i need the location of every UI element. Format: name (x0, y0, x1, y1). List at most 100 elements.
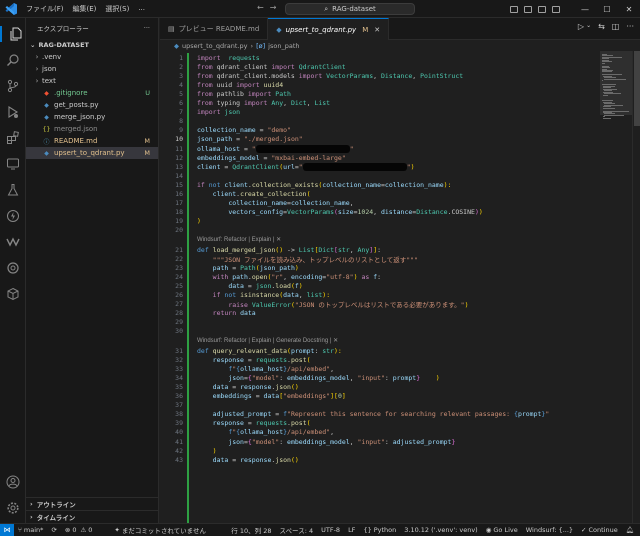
code-line[interactable]: 16 client.create_collection( (160, 190, 600, 199)
cube-extension-icon[interactable] (5, 286, 21, 302)
customize-layout-icon[interactable] (552, 5, 560, 13)
timeline-section[interactable]: › タイムライン (26, 510, 159, 523)
codelens-actions[interactable]: Windsurf: Refactor | Explain | ✕ (197, 236, 281, 245)
language-mode[interactable]: {} Python (359, 526, 400, 534)
menu-edit[interactable]: 編集(E) (73, 4, 97, 14)
file-tree-item[interactable]: › .venv (26, 51, 158, 63)
extensions-icon[interactable] (5, 130, 21, 146)
code-line[interactable]: 35 data = response.json() (160, 382, 600, 391)
code-line[interactable]: 29 (160, 318, 600, 327)
workspace-root-folder[interactable]: ⌄ RAG-DATASET (26, 38, 158, 51)
code-line[interactable]: 31 def query_relevant_data(prompt: str): (160, 346, 600, 355)
code-line[interactable]: 7 import json (160, 108, 600, 117)
account-icon[interactable] (5, 474, 21, 490)
tab-readme-preview[interactable]: ▤ プレビュー README.md (160, 18, 269, 40)
code-line[interactable]: 1 import requests (160, 53, 600, 62)
file-tree-item[interactable]: ◆ .gitignore U (26, 87, 158, 99)
code-line[interactable]: 3 from qdrant_client.models import Vector… (160, 71, 600, 80)
windsurf-status[interactable]: Windsurf: {...} (522, 526, 577, 534)
code-line[interactable]: 14 (160, 171, 600, 180)
code-line[interactable]: 39 response = requests.post( (160, 419, 600, 428)
more-actions-icon[interactable]: ··· (144, 24, 150, 32)
file-tree-item[interactable]: ◆ merge_json.py (26, 111, 158, 123)
nav-back-icon[interactable]: ← (257, 3, 264, 12)
code-line[interactable]: 19) (160, 217, 600, 226)
code-line[interactable]: 22 """JSON ファイルを読み込み、トップレベルのリストとして返す""" (160, 254, 600, 264)
code-line[interactable]: 12 embeddings_model = "mxbai-embed-large" (160, 153, 600, 162)
minimap[interactable] (600, 51, 632, 523)
code-line[interactable]: 33 f"{ollama_host}/api/embed", (160, 364, 600, 373)
code-line[interactable]: 24 with path.open("r", encoding="utf-8")… (160, 272, 600, 281)
code-line[interactable]: 28 return data (160, 309, 600, 318)
code-line[interactable]: 38 adjusted_prompt = f"Represent this se… (160, 410, 600, 419)
outline-section[interactable]: › アウトライン (26, 497, 159, 510)
settings-gear-icon[interactable] (5, 500, 21, 516)
end-of-line[interactable]: LF (344, 526, 359, 534)
menu-more[interactable]: ... (138, 4, 145, 14)
testing-flask-icon[interactable] (5, 182, 21, 198)
python-interpreter[interactable]: 3.10.12 ('.venv': venv) (400, 526, 481, 534)
file-tree-item[interactable]: › json (26, 63, 158, 75)
code-line[interactable]: 5 from pathlib import Path (160, 89, 600, 98)
menu-file[interactable]: ファイル(F) (26, 4, 64, 14)
sync-status[interactable]: ⟳ (47, 526, 60, 534)
minimize-button[interactable]: — (574, 5, 596, 14)
code-editor[interactable]: 1 import requests 2 from qdrant_client impo… (160, 51, 600, 523)
breadcrumb-symbol[interactable]: json_path (268, 42, 299, 50)
code-line[interactable]: 4 from uuid import uuid4 (160, 80, 600, 89)
remote-indicator-icon[interactable]: ⋈ (0, 524, 14, 536)
code-line[interactable]: 41 json={"model": embeddings_model, "inp… (160, 437, 600, 446)
encoding[interactable]: UTF-8 (317, 526, 344, 534)
run-python-icon[interactable]: ▷ (578, 22, 584, 31)
continue-icon[interactable] (5, 260, 21, 276)
code-line[interactable]: 8 (160, 117, 600, 126)
maximize-button[interactable]: ☐ (596, 5, 618, 14)
branch-status[interactable]: ⑂ main* (14, 526, 47, 534)
continue-status[interactable]: ✓ Continue (577, 526, 622, 534)
code-line[interactable]: 23 path = Path(json_path) (160, 263, 600, 272)
code-line[interactable]: 27 raise ValueError("JSON のトップレベルはリストである… (160, 300, 600, 309)
code-line[interactable]: 17 collection_name=collection_name, (160, 199, 600, 208)
indentation[interactable]: スペース: 4 (275, 525, 317, 535)
command-center-search[interactable]: ⌕ RAG-dataset (285, 3, 415, 15)
windsurf-icon[interactable] (5, 234, 21, 250)
code-line[interactable]: 40 f"{ollama_host}/api/embed", (160, 428, 600, 437)
code-line[interactable]: 6 from typing import Any, Dict, List (160, 99, 600, 108)
file-tree-item[interactable]: › text (26, 75, 158, 87)
code-line[interactable]: 9 collection_name = "demo" (160, 126, 600, 135)
close-button[interactable]: ✕ (618, 5, 640, 14)
run-options-chevron-icon[interactable]: ⌄ (586, 22, 591, 31)
nav-forward-icon[interactable]: → (270, 3, 277, 12)
breadcrumb-file[interactable]: upsert_to_qdrant.py (182, 42, 248, 50)
toggle-panel-icon[interactable] (524, 5, 532, 13)
code-line[interactable]: 34 json={"model": embeddings_model, "inp… (160, 373, 600, 382)
problems-status[interactable]: ⊗ 0 ⚠ 0 (61, 526, 97, 534)
close-tab-icon[interactable]: ✕ (374, 26, 380, 34)
notifications-bell-icon[interactable]: 🔔︎ (622, 526, 640, 534)
code-line[interactable]: 18 vectors_config=VectorParams(size=1024… (160, 208, 600, 217)
remote-explorer-icon[interactable] (5, 156, 21, 172)
scrollbar-thumb[interactable] (634, 51, 640, 126)
open-changes-icon[interactable]: ⇆ (598, 22, 605, 31)
toggle-sidebar-icon[interactable] (510, 5, 518, 13)
more-actions-icon[interactable]: ··· (626, 22, 634, 31)
split-editor-icon[interactable]: ◫ (612, 22, 620, 31)
file-tree-item[interactable]: {} merged.json (26, 123, 158, 135)
code-line[interactable]: 20 (160, 226, 600, 235)
commit-status[interactable]: ✦ まだコミットされていません (110, 525, 210, 535)
code-line[interactable]: 42 ) (160, 446, 600, 455)
code-line[interactable]: 2 from qdrant_client import QdrantClient (160, 62, 600, 71)
toggle-secondary-sidebar-icon[interactable] (538, 5, 546, 13)
code-line[interactable]: 25 data = json.load(f) (160, 281, 600, 290)
bolt-extension-icon[interactable] (5, 208, 21, 224)
source-control-icon[interactable] (5, 78, 21, 94)
run-debug-icon[interactable] (5, 104, 21, 120)
code-line[interactable]: 32 response = requests.post( (160, 355, 600, 364)
menu-selection[interactable]: 選択(S) (105, 4, 129, 14)
cursor-position[interactable]: 行 10、列 28 (227, 525, 275, 535)
tab-upsert-to-qdrant[interactable]: ◆ upsert_to_qdrant.py M ✕ (268, 18, 390, 40)
code-line[interactable]: 10 json_path = "./merged.json" (160, 135, 600, 144)
editor-scrollbar[interactable] (632, 51, 640, 523)
file-tree-item[interactable]: ◆ get_posts.py (26, 99, 158, 111)
file-tree-item[interactable]: ⓘ README.md M (26, 135, 158, 147)
